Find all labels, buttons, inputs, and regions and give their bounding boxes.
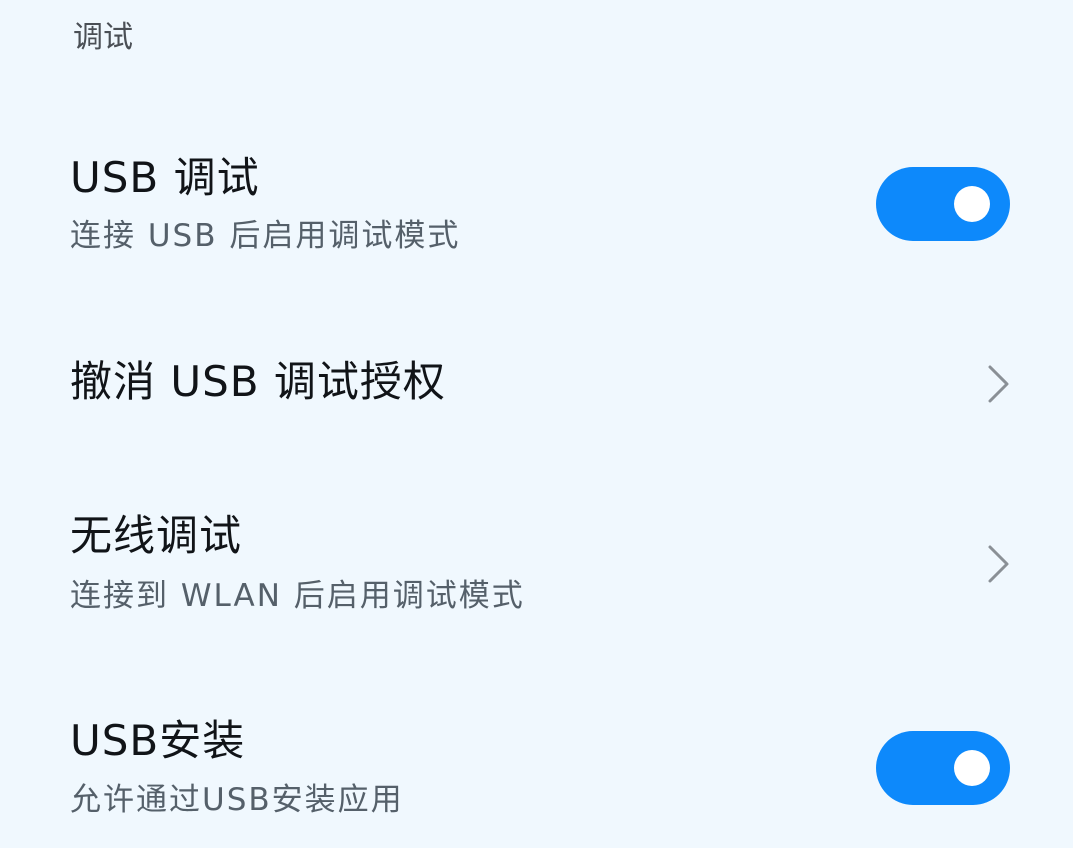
setting-title: 无线调试 — [70, 511, 243, 560]
setting-subtitle: 连接 USB 后启用调试模式 — [70, 218, 461, 254]
usb-debugging-toggle[interactable] — [876, 167, 1010, 241]
setting-subtitle: 连接到 WLAN 后启用调试模式 — [70, 578, 525, 614]
setting-title: USB安装 — [70, 716, 246, 765]
usb-install-toggle[interactable] — [876, 731, 1010, 805]
setting-title: USB 调试 — [70, 153, 260, 202]
toggle-knob — [954, 186, 990, 222]
toggle-knob — [954, 750, 990, 786]
chevron-right-icon[interactable] — [982, 542, 1014, 586]
chevron-right-icon[interactable] — [982, 362, 1014, 406]
setting-title: 撤消 USB 调试授权 — [70, 357, 446, 406]
section-header-debug: 调试 — [73, 20, 133, 55]
setting-subtitle: 允许通过USB安装应用 — [70, 782, 404, 818]
